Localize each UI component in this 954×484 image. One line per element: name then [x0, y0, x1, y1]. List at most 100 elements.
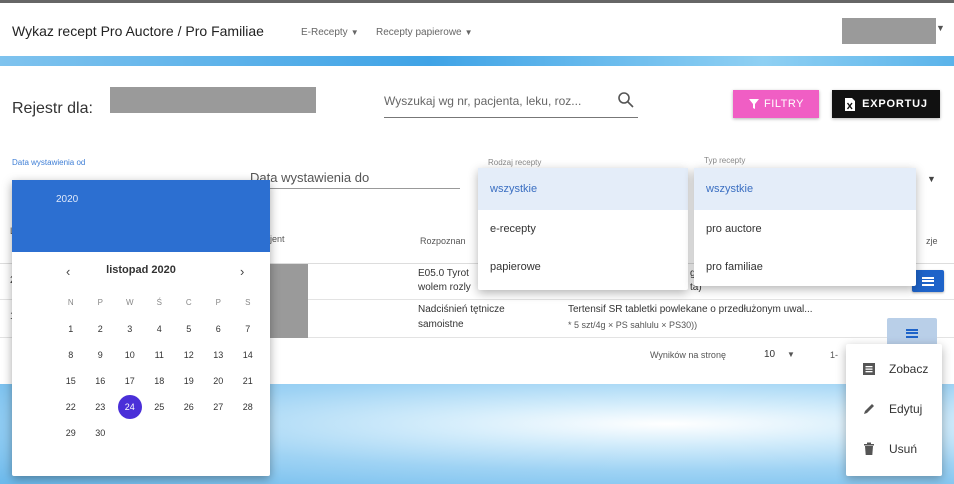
register-value — [110, 87, 316, 113]
recipe-type-option[interactable]: pro auctore — [694, 210, 916, 248]
calendar-day[interactable]: 15 — [56, 368, 86, 394]
filter-icon — [749, 99, 760, 109]
date-from-label: Data wystawienia od — [12, 158, 86, 167]
export-button[interactable]: EXPORTUJ — [832, 90, 940, 118]
date-picker: 2020 listopad 2020 ‹ › NPWŚCPS1234567891… — [12, 180, 270, 476]
calendar-day[interactable]: 1 — [56, 316, 86, 342]
calendar-day[interactable]: 11 — [145, 342, 175, 368]
calendar-day — [204, 420, 234, 446]
calendar-day[interactable]: 3 — [115, 316, 145, 342]
register-label: Rejestr dla: — [12, 100, 93, 117]
calendar-day[interactable]: 18 — [145, 368, 175, 394]
calendar-day[interactable]: 29 — [56, 420, 86, 446]
cell-diagnosis-line2: samoistne — [418, 319, 464, 330]
date-picker-year[interactable]: 2020 — [56, 194, 78, 205]
weekday-label: S — [245, 298, 251, 307]
user-menu[interactable] — [842, 18, 936, 44]
filter-button[interactable]: FILTRY — [733, 90, 819, 118]
menu-item-delete[interactable]: Usuń — [846, 430, 942, 468]
calendar-day[interactable]: 17 — [115, 368, 145, 394]
calendar-day[interactable]: 13 — [204, 342, 234, 368]
row-action-menu: Zobacz Edytuj Usuń — [846, 344, 942, 476]
view-document-icon — [863, 363, 875, 375]
chevron-left-icon[interactable]: ‹ — [66, 264, 70, 279]
calendar-day[interactable]: 2 — [86, 316, 116, 342]
menu-item-edit[interactable]: Edytuj — [846, 390, 942, 428]
search-input[interactable] — [384, 88, 604, 114]
calendar-day[interactable]: 25 — [145, 394, 175, 420]
cell-diagnosis: E05.0 Tyrot — [418, 268, 469, 279]
filter-button-label: FILTRY — [764, 98, 804, 110]
per-page-label: Wyników na stronę — [650, 350, 726, 360]
date-to-underline — [250, 188, 460, 189]
cell-drug: Tertensif SR tabletki powlekane o przedł… — [568, 304, 813, 315]
recipe-type-option[interactable]: pro familiae — [694, 248, 916, 286]
weekday-label: Ś — [156, 298, 162, 307]
date-picker-grid: N P W Ś C P S 1 2 3 4 5 6 7 8 9 10 11 12 13 14 15 16 17 18 19 20 21… — [56, 290, 253, 446]
menu-icon — [906, 328, 918, 338]
calendar-day[interactable]: 5 — [174, 316, 204, 342]
recipe-type-dropdown: wszystkie pro auctore pro familiae — [694, 168, 916, 286]
calendar-day[interactable]: 26 — [174, 394, 204, 420]
calendar-day[interactable]: 8 — [56, 342, 86, 368]
menu-item-label: Edytuj — [889, 402, 923, 416]
nav-recepty-papierowe[interactable]: Recepty papierowe ▼ — [376, 27, 473, 38]
calendar-day[interactable]: 22 — [56, 394, 86, 420]
calendar-day[interactable]: 19 — [174, 368, 204, 394]
recipe-type-label: Typ recepty — [704, 156, 746, 165]
export-button-label: EXPORTUJ — [862, 98, 928, 110]
chevron-down-icon: ▼ — [350, 28, 359, 37]
cell-diagnosis: Nadciśnień tętnicze — [418, 304, 505, 315]
menu-icon — [922, 276, 934, 286]
recipe-kind-option[interactable]: e-recepty — [478, 210, 688, 248]
recipe-kind-option[interactable]: wszystkie — [478, 168, 688, 210]
search-field[interactable] — [384, 88, 638, 118]
calendar-day[interactable]: 6 — [204, 316, 234, 342]
excel-file-icon — [845, 97, 856, 111]
pencil-icon — [864, 404, 874, 414]
recipe-type-option[interactable]: wszystkie — [694, 168, 916, 210]
calendar-day[interactable]: 21 — [233, 368, 263, 394]
cell-drug-line2: * 5 szt/4g × PS sahlulu × PS30)) — [568, 320, 698, 330]
calendar-day[interactable]: 7 — [233, 316, 263, 342]
weekday-label: N — [67, 298, 74, 307]
calendar-day[interactable]: 4 — [145, 316, 175, 342]
calendar-day[interactable]: 30 — [86, 420, 116, 446]
calendar-day[interactable]: 12 — [174, 342, 204, 368]
calendar-day[interactable]: 9 — [86, 342, 116, 368]
header-band — [0, 56, 954, 66]
header-diagnosis: Rozpoznan — [420, 236, 466, 246]
recipe-kind-label: Rodzaj recepty — [488, 158, 542, 167]
calendar-day — [115, 420, 145, 446]
app-title: Wykaz recept Pro Auctore / Pro Familiae — [12, 23, 264, 39]
weekday-label: C — [185, 298, 192, 307]
per-page-select[interactable]: 10 — [764, 349, 775, 360]
calendar-day[interactable]: 23 — [86, 394, 116, 420]
chevron-right-icon[interactable]: › — [240, 264, 244, 279]
chevron-down-icon[interactable]: ▼ — [936, 23, 945, 33]
calendar-day-selected[interactable]: 24 — [115, 394, 145, 420]
calendar-day — [233, 420, 263, 446]
calendar-day[interactable]: 27 — [204, 394, 234, 420]
calendar-day[interactable]: 16 — [86, 368, 116, 394]
calendar-day — [174, 420, 204, 446]
chevron-down-icon: ▼ — [464, 28, 473, 37]
search-icon[interactable] — [616, 90, 636, 110]
calendar-day[interactable]: 14 — [233, 342, 263, 368]
recipe-kind-option[interactable]: papierowe — [478, 248, 688, 286]
cell-diagnosis-line2: wolem rozly — [418, 282, 471, 293]
menu-item-label: Usuń — [889, 442, 918, 456]
calendar-day[interactable]: 28 — [233, 394, 263, 420]
calendar-day[interactable]: 10 — [115, 342, 145, 368]
row-menu-button[interactable] — [912, 270, 944, 292]
nav-e-recepty[interactable]: E-Recepty ▼ — [301, 27, 359, 38]
date-picker-header: 2020 — [12, 180, 270, 252]
menu-item-view[interactable]: Zobacz — [846, 350, 942, 388]
chevron-down-icon[interactable]: ▼ — [787, 350, 795, 359]
trash-icon — [864, 442, 874, 455]
chevron-down-icon[interactable]: ▼ — [927, 174, 936, 184]
page-range: 1- — [830, 350, 839, 360]
calendar-day[interactable]: 20 — [204, 368, 234, 394]
header-actions: zje — [926, 236, 938, 246]
weekday-label: P — [97, 298, 103, 307]
